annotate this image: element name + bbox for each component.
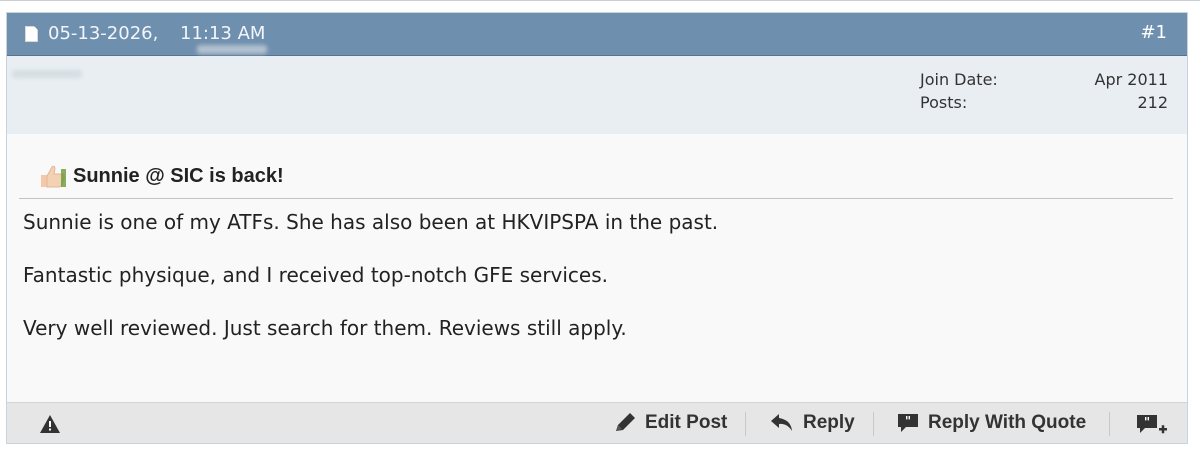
title-divider <box>19 198 1173 199</box>
join-date-label: Join Date: <box>920 70 998 89</box>
redacted-area <box>197 45 267 54</box>
post-paragraph: Sunnie is one of my ATFs. She has also b… <box>23 210 719 234</box>
document-icon <box>25 26 38 42</box>
post-time: 11:13 AM <box>180 23 266 44</box>
multi-quote-icon[interactable]: " <box>1135 413 1169 439</box>
svg-text:": " <box>905 414 911 428</box>
svg-text:": " <box>1144 415 1150 429</box>
reply-arrow-icon <box>771 414 792 431</box>
reply-label: Reply <box>803 412 855 433</box>
post-paragraph: Very well reviewed. Just search for them… <box>23 316 627 340</box>
reply-button[interactable]: Reply <box>769 412 855 434</box>
post-number-link[interactable]: #1 <box>1140 22 1167 43</box>
page-top-border <box>0 0 1200 5</box>
redacted-username <box>12 70 82 78</box>
edit-post-button[interactable]: Edit Post <box>613 412 727 434</box>
posts-label: Posts: <box>920 93 968 112</box>
post-header: 05-13-2026, 11:13 AM #1 <box>7 13 1187 56</box>
forum-post: 05-13-2026, 11:13 AM #1 Join Date: Posts… <box>6 12 1188 444</box>
posts-count-value: 212 <box>1137 93 1168 112</box>
toolbar-separator <box>873 412 874 436</box>
reply-with-quote-label: Reply With Quote <box>928 412 1087 433</box>
toolbar-separator <box>745 412 746 436</box>
post-date: 05-13-2026, <box>48 23 159 44</box>
quote-bubble-icon: " <box>898 414 918 432</box>
user-info-panel: Join Date: Posts: Apr 2011 212 <box>7 56 1187 134</box>
user-stats-labels: Join Date: Posts: <box>920 68 998 114</box>
post-body: Sunnie is one of my ATFs. She has also b… <box>23 209 1153 368</box>
post-title: Sunnie @ SIC is back! <box>73 165 284 187</box>
thumbs-up-icon <box>41 165 66 188</box>
join-date-value: Apr 2011 <box>1094 70 1168 89</box>
report-warning-icon[interactable] <box>39 414 61 434</box>
pencil-icon <box>616 413 635 431</box>
post-footer-toolbar: Edit Post Reply " Reply With Quote " <box>7 402 1187 443</box>
toolbar-separator <box>1109 412 1110 436</box>
edit-post-label: Edit Post <box>645 412 728 433</box>
post-paragraph: Fantastic physique, and I received top-n… <box>23 263 609 287</box>
user-stats-values: Apr 2011 212 <box>1095 68 1168 114</box>
reply-with-quote-button[interactable]: " Reply With Quote <box>896 412 1086 434</box>
